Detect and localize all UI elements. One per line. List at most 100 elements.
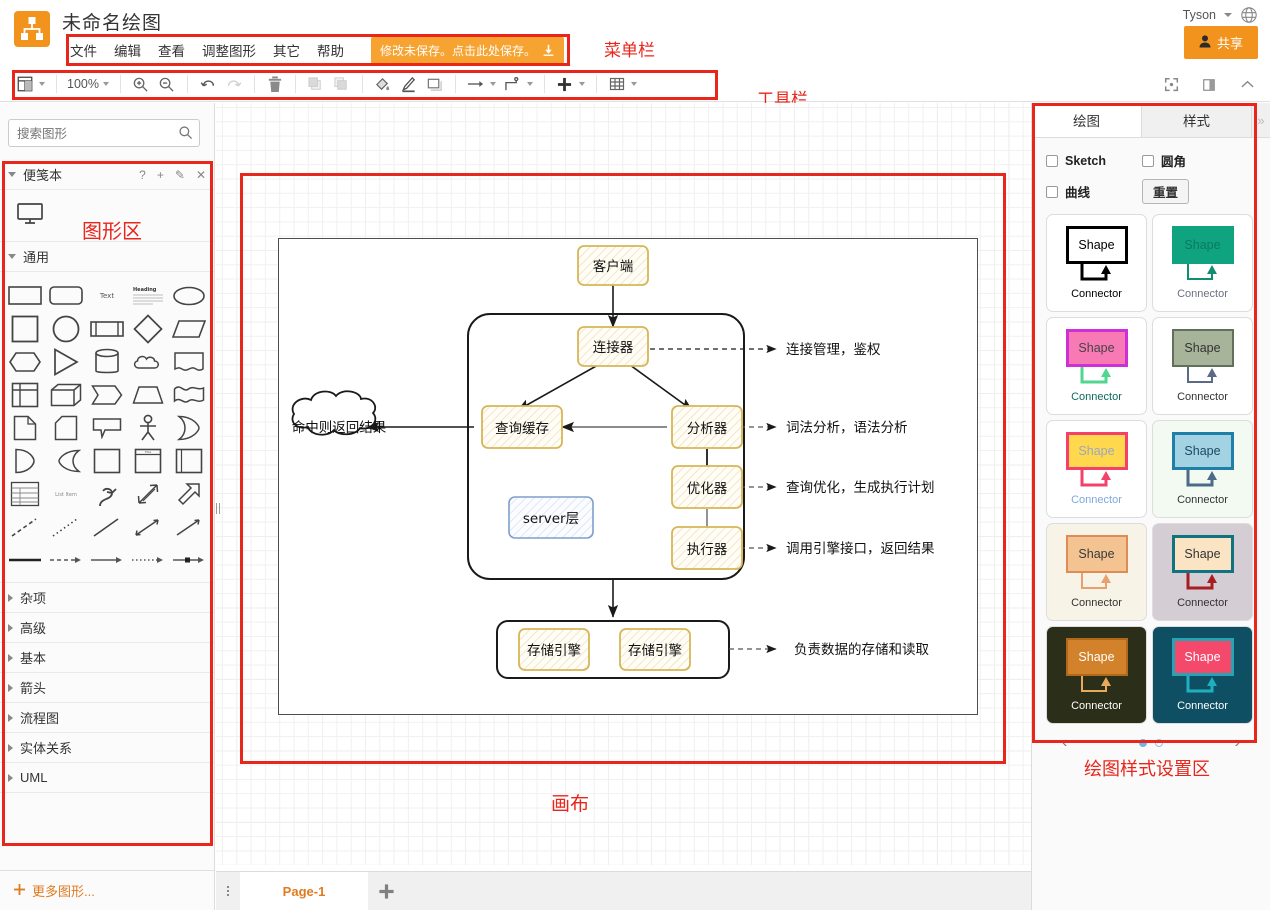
shape-solid-arrow[interactable] (86, 543, 127, 576)
shape-directional-line[interactable] (168, 510, 209, 543)
shape-card[interactable] (45, 411, 86, 444)
chevron-right-icon[interactable]: › (1235, 734, 1240, 752)
globe-icon[interactable] (1240, 6, 1258, 24)
section-flowchart[interactable]: 流程图 (0, 703, 214, 733)
style-card-10[interactable]: Shape Connector (1152, 626, 1253, 724)
diagram-note-note_executor[interactable]: 调用引擎接口，返回结果 (786, 540, 935, 557)
insert-dropdown[interactable] (578, 82, 585, 86)
monitor-shape-icon[interactable] (16, 202, 44, 229)
shape-internal-storage[interactable] (4, 378, 45, 411)
diagram-note-note_connector[interactable]: 连接管理，鉴权 (786, 341, 881, 358)
user-name[interactable]: Tyson (1183, 8, 1216, 22)
zoom-in-icon[interactable] (128, 71, 154, 97)
diagram-node-query_cache[interactable]: 查询缓存 (495, 421, 549, 437)
section-misc[interactable]: 杂项 (0, 583, 214, 613)
shape-delay[interactable] (45, 444, 86, 477)
shape-cloud[interactable] (127, 345, 168, 378)
trash-icon[interactable] (262, 71, 288, 97)
shape-rectangle[interactable] (4, 279, 45, 312)
share-button[interactable]: 共享 (1183, 26, 1258, 59)
diagram-node-cloud_hit[interactable]: 命中则返回结果 (292, 419, 387, 436)
shape-callout[interactable] (86, 411, 127, 444)
arrow-right-icon[interactable] (463, 71, 489, 97)
menu-help[interactable]: 帮助 (317, 40, 344, 60)
shape-curved-arrow[interactable] (86, 477, 127, 510)
shape-half-circle[interactable] (4, 444, 45, 477)
chevron-up-icon[interactable] (1234, 72, 1260, 98)
diagram-node-optimizer[interactable]: 优化器 (687, 481, 728, 497)
checkbox-curved-box[interactable] (1046, 185, 1058, 198)
zoom-dropdown[interactable] (102, 82, 109, 86)
section-uml[interactable]: UML (0, 763, 214, 793)
shape-double-arrow[interactable] (127, 477, 168, 510)
diagram-node-server_layer[interactable]: server层 (523, 511, 579, 527)
shape-vertical-container[interactable] (168, 444, 209, 477)
shape-table[interactable] (4, 477, 45, 510)
diagram-node-client[interactable]: 客户端 (593, 258, 634, 275)
grid-table-icon[interactable] (604, 71, 630, 97)
shape-process[interactable] (86, 312, 127, 345)
diagram-note-note_analyzer[interactable]: 词法分析，语法分析 (786, 420, 908, 436)
document-title[interactable]: 未命名绘图 (62, 8, 162, 35)
page-tab-1[interactable]: Page-1 (240, 871, 368, 910)
plus-icon[interactable] (552, 71, 578, 97)
shape-square[interactable] (4, 312, 45, 345)
style-card-5[interactable]: Shape Connector (1046, 420, 1147, 518)
shape-thick-line[interactable] (4, 543, 45, 576)
diagram-note-note_optimizer[interactable]: 查询优化，生成执行计划 (786, 480, 935, 496)
send-to-back-icon[interactable] (329, 71, 355, 97)
shape-textbox[interactable]: Heading (127, 279, 168, 312)
paint-bucket-icon[interactable] (370, 71, 396, 97)
waypoints-dropdown[interactable] (526, 82, 533, 86)
shape-hexagon[interactable] (4, 345, 45, 378)
search-input[interactable] (8, 119, 200, 147)
shape-cylinder[interactable] (86, 345, 127, 378)
shape-dotted-arrow[interactable] (127, 543, 168, 576)
reset-button[interactable]: 重置 (1142, 179, 1190, 204)
zoom-out-icon[interactable] (154, 71, 180, 97)
pencil-line-icon[interactable] (396, 71, 422, 97)
scratchpad-add-icon[interactable]: + (157, 168, 164, 182)
style-card-3[interactable]: Shape Connector (1046, 317, 1147, 415)
diagram-node-executor[interactable]: 执行器 (687, 542, 728, 558)
checkbox-rounded[interactable]: 圆角 (1142, 151, 1238, 170)
shape-circle[interactable] (45, 312, 86, 345)
shape-text[interactable]: Text (86, 279, 127, 312)
search-icon[interactable] (178, 125, 193, 143)
style-page-dot-1[interactable] (1139, 739, 1147, 747)
shape-step[interactable] (86, 378, 127, 411)
shape-tape[interactable] (168, 378, 209, 411)
elbow-connector-icon[interactable] (500, 71, 526, 97)
shape-triangle[interactable] (45, 345, 86, 378)
style-card-9[interactable]: Shape Connector (1046, 626, 1147, 724)
style-card-4[interactable]: Shape Connector (1152, 317, 1253, 415)
diagram-note-note_storage[interactable]: 负责数据的存储和读取 (794, 642, 929, 658)
section-advanced[interactable]: 高级 (0, 613, 214, 643)
table-dropdown[interactable] (630, 82, 637, 86)
scratchpad-close-icon[interactable]: ✕ (196, 168, 206, 182)
checkbox-rounded-box[interactable] (1142, 154, 1154, 167)
shape-dotted-line[interactable] (45, 510, 86, 543)
shape-block-arrow[interactable] (168, 477, 209, 510)
shape-labeled-arrow[interactable] (168, 543, 209, 576)
diagram-node-connector[interactable]: 连接器 (593, 339, 634, 356)
shape-titled-container[interactable]: Title (127, 444, 168, 477)
shapes-scroll-area[interactable]: 便笺本 ? + ✎ ✕ 通用 Text Heading Title List I… (0, 160, 214, 865)
shadow-square-icon[interactable] (422, 71, 448, 97)
redo-icon[interactable] (221, 71, 247, 97)
panel-splitter[interactable] (215, 500, 221, 516)
style-card-8[interactable]: Shape Connector (1152, 523, 1253, 621)
add-page-button[interactable] (368, 883, 404, 900)
shape-rounded-rectangle[interactable] (45, 279, 86, 312)
shape-ellipse[interactable] (168, 279, 209, 312)
shape-trapezoid[interactable] (127, 378, 168, 411)
diagram-node-analyzer[interactable]: 分析器 (687, 421, 728, 437)
chevron-left-icon[interactable]: ‹ (1062, 734, 1067, 752)
tab-diagram[interactable]: 绘图 (1032, 103, 1142, 137)
page-menu-icon[interactable] (216, 886, 240, 896)
unsaved-changes-button[interactable]: 修改未保存。点击此处保存。 (371, 36, 565, 64)
style-page-dot-2[interactable] (1155, 739, 1163, 747)
menu-file[interactable]: 文件 (70, 40, 97, 60)
style-card-7[interactable]: Shape Connector (1046, 523, 1147, 621)
tab-style[interactable]: 样式 (1142, 103, 1252, 137)
